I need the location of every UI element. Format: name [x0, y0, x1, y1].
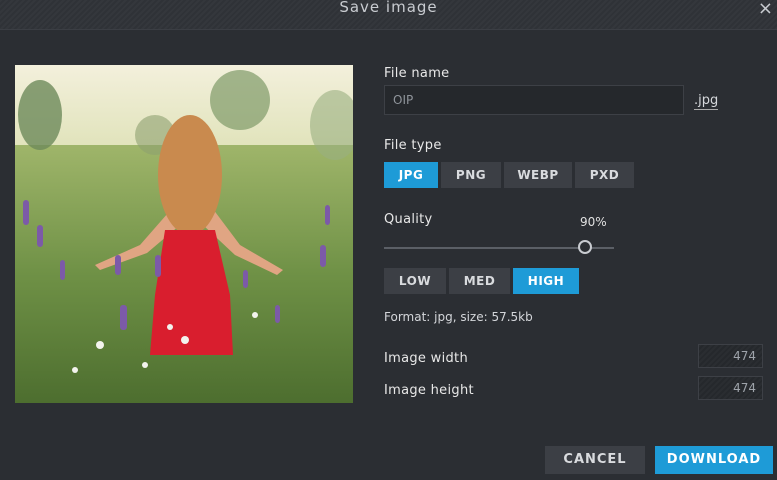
quality-label: Quality — [384, 212, 433, 227]
cancel-button[interactable]: CANCEL — [545, 446, 645, 474]
close-icon[interactable]: × — [758, 0, 773, 19]
image-height-input[interactable] — [698, 376, 763, 400]
file-name-label: File name — [384, 66, 450, 81]
quality-value: 90% — [580, 215, 607, 229]
quality-med-button[interactable]: MED — [449, 268, 510, 294]
preview-photo — [15, 65, 353, 403]
image-preview — [15, 65, 353, 403]
filetype-png-button[interactable]: PNG — [441, 162, 501, 188]
filetype-pxd-button[interactable]: PXD — [575, 162, 634, 188]
dialog-title: Save image — [339, 0, 438, 16]
filetype-jpg-button[interactable]: JPG — [384, 162, 438, 188]
image-width-label: Image width — [384, 351, 468, 366]
image-width-input[interactable] — [698, 344, 763, 368]
format-info: Format: jpg, size: 57.5kb — [384, 310, 533, 324]
file-extension: .jpg — [694, 93, 719, 110]
quality-slider-handle[interactable] — [578, 240, 592, 254]
image-height-label: Image height — [384, 383, 474, 398]
dialog-titlebar: Save image × — [0, 0, 777, 30]
quality-high-button[interactable]: HIGH — [513, 268, 579, 294]
file-name-input[interactable] — [384, 85, 684, 115]
file-type-label: File type — [384, 138, 442, 153]
quality-low-button[interactable]: LOW — [384, 268, 446, 294]
filetype-webp-button[interactable]: WEBP — [504, 162, 572, 188]
download-button[interactable]: DOWNLOAD — [655, 446, 773, 474]
